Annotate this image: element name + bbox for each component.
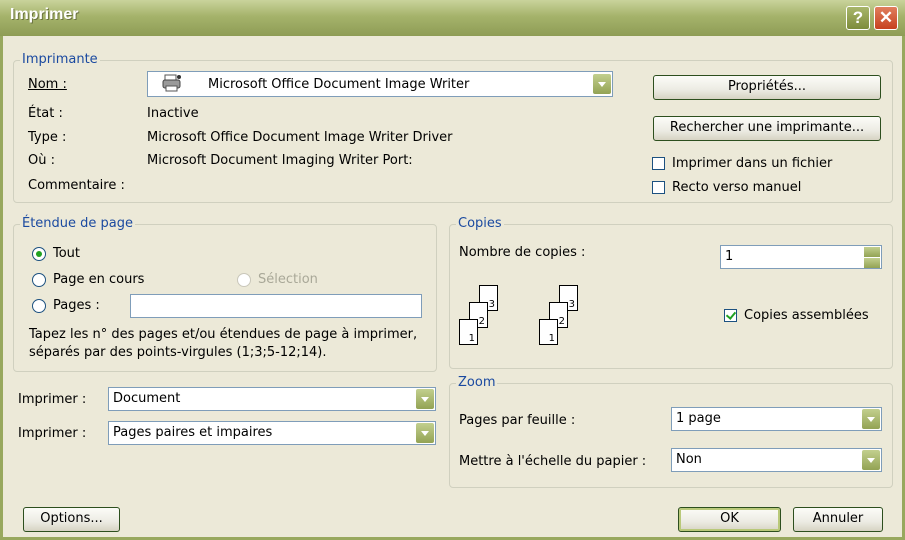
chevron-down-icon[interactable] [862,450,880,470]
print-pages-select[interactable]: Pages paires et impaires [108,421,436,445]
spin-down-icon[interactable] [864,258,880,268]
printer-where-value: Microsoft Document Imaging Writer Port: [147,153,413,168]
find-printer-button[interactable]: Rechercher une imprimante... [653,116,881,141]
page-range-legend: Étendue de page [20,216,136,231]
copies-count-input[interactable]: 1 [720,245,882,269]
page-sheet-1b: 1 [539,319,558,345]
printer-type-label: Type : [28,130,67,145]
range-pages-label[interactable]: Pages : [53,298,100,313]
printer-comment-label: Commentaire : [28,178,125,193]
pages-per-sheet-value: 1 page [676,411,721,426]
printer-name-label: Nom : [28,77,67,92]
range-selection-radio[interactable] [237,273,251,287]
pages-input[interactable] [130,294,422,318]
copies-legend: Copies [456,216,504,231]
options-button[interactable]: Options... [23,507,120,532]
close-button[interactable]: ✕ [874,6,898,30]
print-what-value: Document [113,391,181,406]
page-sheet-1a: 1 [459,319,478,345]
printer-name-value: Microsoft Office Document Image Writer [208,77,470,92]
page-number: 1 [548,333,555,344]
printer-type-value: Microsoft Office Document Image Writer D… [147,130,453,145]
print-to-file-label[interactable]: Imprimer dans un fichier [672,156,832,171]
ok-button[interactable]: OK [678,507,781,532]
pages-per-sheet-select[interactable]: 1 page [671,407,882,431]
chevron-down-icon[interactable] [416,423,434,443]
print-pages-label: Imprimer : [18,426,87,441]
properties-button[interactable]: Propriétés... [653,75,881,100]
print-what-select[interactable]: Document [108,387,436,411]
scale-to-paper-select[interactable]: Non [671,448,882,472]
page-number: 3 [568,299,575,310]
chevron-down-icon[interactable] [593,74,611,94]
printer-where-label: Où : [28,153,55,168]
range-all-label[interactable]: Tout [53,246,80,261]
spin-up-icon[interactable] [864,247,880,257]
scale-to-paper-label: Mettre à l'échelle du papier : [459,454,647,469]
zoom-legend: Zoom [456,375,498,390]
page-number: 2 [478,316,485,327]
manual-duplex-checkbox[interactable] [652,181,665,194]
print-to-file-checkbox[interactable] [652,157,665,170]
range-current-label[interactable]: Page en cours [53,272,144,287]
window-title: Imprimer [10,6,79,23]
zoom-group: Zoom [449,375,893,488]
cancel-button[interactable]: Annuler [793,507,883,532]
print-what-label: Imprimer : [18,392,87,407]
printer-state-value: Inactive [147,106,199,121]
help-button[interactable]: ? [846,6,870,30]
chevron-down-icon[interactable] [416,389,434,409]
page-number: 2 [558,316,565,327]
title-bar: Imprimer ? ✕ [0,0,905,36]
printer-name-select[interactable]: Microsoft Office Document Image Writer [147,71,613,97]
copies-count-label: Nombre de copies : [459,245,586,260]
printer-legend: Imprimante [20,52,100,67]
page-number: 1 [468,333,475,344]
printer-icon [162,74,182,92]
collate-checkbox[interactable] [724,309,737,322]
print-pages-value: Pages paires et impaires [113,425,273,440]
copies-count-value: 1 [725,249,734,264]
collate-label[interactable]: Copies assemblées [744,308,869,323]
page-range-help: Tapez les n° des pages et/ou étendues de… [29,327,418,360]
range-current-radio[interactable] [32,273,46,287]
scale-to-paper-value: Non [676,452,702,467]
pages-per-sheet-label: Pages par feuille : [459,413,576,428]
range-all-radio[interactable] [32,247,46,261]
range-selection-label[interactable]: Sélection [258,272,318,287]
printer-state-label: État : [28,106,63,121]
chevron-down-icon[interactable] [862,409,880,429]
manual-duplex-label[interactable]: Recto verso manuel [672,180,801,195]
range-pages-radio[interactable] [32,299,46,313]
page-number: 3 [488,299,495,310]
